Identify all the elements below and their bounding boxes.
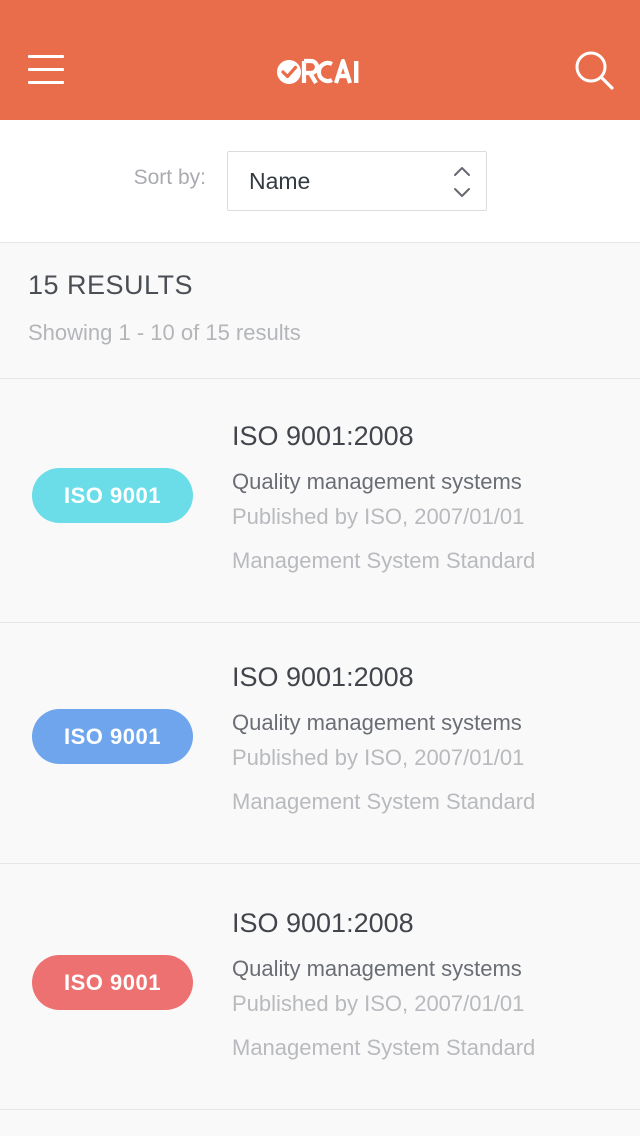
search-icon[interactable] [568,44,618,94]
standard-published: Published by ISO, 2007/01/01 [232,504,525,529]
standard-subtitle: Quality management systems [232,469,522,494]
sort-selected-value: Name [249,168,311,194]
chevron-up-down-icon [454,167,470,197]
standard-list-item[interactable]: ISO 9001 ISO 9001:2008 Quality managemen… [0,623,640,863]
divider [0,1109,640,1110]
menu-bar [28,68,64,71]
standard-list-item[interactable]: ISO 9001 ISO 9001:2008 Quality managemen… [0,864,640,1109]
standard-published: Published by ISO, 2007/01/01 [232,745,525,770]
menu-bar [28,81,64,84]
results-range: Showing 1 - 10 of 15 results [28,320,301,345]
standard-badge: ISO 9001 [32,709,193,764]
standard-type: Management System Standard [232,548,536,573]
hamburger-menu-button[interactable] [22,46,70,90]
standard-list-item[interactable]: ISO 9001 ISO 9001:2008 Quality managemen… [0,379,640,622]
standard-title: ISO 9001:2008 [232,421,414,451]
sort-bar: Sort by: Name [0,120,640,243]
results-count: 15 RESULTS [28,270,194,300]
sort-label: Sort by: [133,166,206,189]
results-header: 15 RESULTS Showing 1 - 10 of 15 results [28,270,301,345]
app-header [0,0,640,120]
menu-bar [28,55,64,58]
standard-published: Published by ISO, 2007/01/01 [232,991,525,1016]
standard-badge: ISO 9001 [32,955,193,1010]
standard-type: Management System Standard [232,1035,536,1060]
standard-badge: ISO 9001 [32,468,193,523]
standard-subtitle: Quality management systems [232,710,522,735]
standard-title: ISO 9001:2008 [232,662,414,692]
standard-title: ISO 9001:2008 [232,908,414,938]
sort-select[interactable]: Name [227,151,487,211]
standard-type: Management System Standard [232,789,536,814]
standard-subtitle: Quality management systems [232,956,522,981]
orcai-logo [277,58,359,85]
